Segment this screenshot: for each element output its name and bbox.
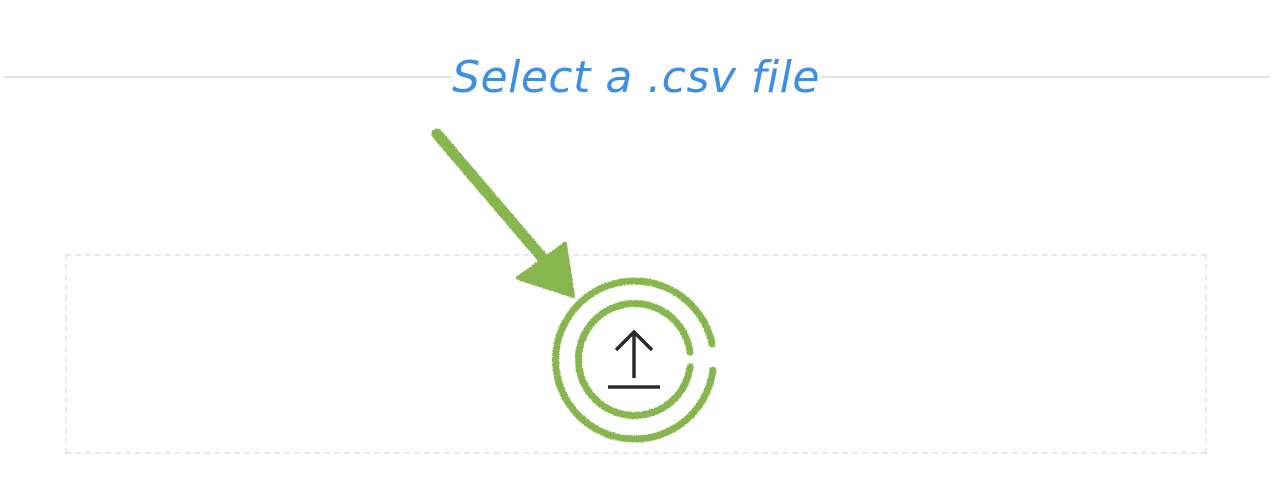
upload-icon (608, 329, 660, 389)
title-divider-left (4, 76, 452, 78)
csv-upload-page: Select a .csv file (0, 0, 1276, 501)
page-title: Select a .csv file (452, 52, 820, 103)
title-row: Select a .csv file (0, 48, 1276, 108)
title-divider-right (820, 76, 1270, 78)
upload-button[interactable] (594, 320, 674, 400)
